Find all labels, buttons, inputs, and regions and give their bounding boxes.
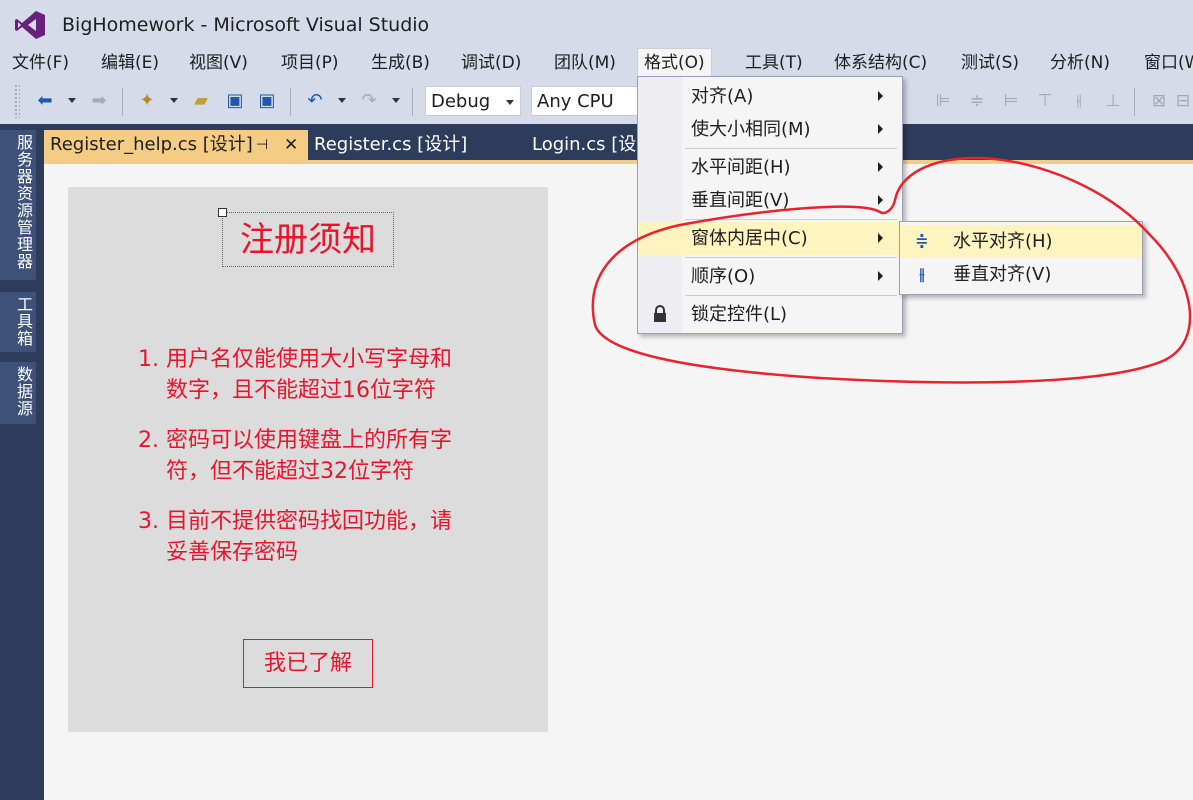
toolbar-separator: [290, 88, 291, 116]
navigate-forward-icon[interactable]: ➡: [88, 90, 110, 112]
server-explorer-tab[interactable]: 服务器资源管理器: [0, 130, 36, 280]
align-center-icon[interactable]: ≑: [966, 90, 988, 112]
close-icon[interactable]: ✕: [284, 130, 298, 160]
solution-platform-value: Any CPU: [537, 91, 614, 112]
menu-separator: [685, 148, 897, 149]
acknowledge-button[interactable]: 我已了解: [243, 639, 373, 688]
menu-item-align[interactable]: 对齐(A): [638, 80, 902, 113]
menu-edit[interactable]: 编辑(E): [95, 50, 165, 76]
toolbar-separator: [1134, 88, 1135, 116]
redo-dropdown-icon[interactable]: [392, 98, 400, 103]
navigate-back-icon[interactable]: ⬅: [34, 90, 56, 112]
selection-handle[interactable]: [218, 208, 227, 217]
menu-item-center-vertically[interactable]: 垂直对齐(V): [900, 258, 1142, 291]
rule-item[interactable]: 1. 用户名仅能使用大小写字母和 数字，且不能超过16位字符: [138, 344, 498, 406]
menu-view[interactable]: 视图(V): [183, 50, 254, 76]
rule-line: 妥善保存密码: [166, 540, 299, 565]
save-all-icon[interactable]: ▣: [256, 90, 278, 112]
rule-item[interactable]: 2. 密码可以使用键盘上的所有字 符，但不能超过32位字符: [138, 425, 498, 487]
menu-separator: [685, 219, 897, 220]
lock-icon: [654, 305, 666, 322]
rule-line: 密码可以使用键盘上的所有字: [166, 428, 453, 453]
submenu-arrow-icon: [878, 124, 883, 134]
submenu-arrow-icon: [878, 271, 883, 281]
menu-architecture[interactable]: 体系结构(C): [828, 50, 933, 76]
tab-label: Register.cs [设计]: [314, 134, 468, 155]
back-dropdown-icon[interactable]: [68, 98, 76, 103]
redo-icon[interactable]: ↷: [358, 90, 380, 112]
menu-tools[interactable]: 工具(T): [739, 50, 809, 76]
tab-label: Register_help.cs [设计]: [50, 134, 253, 155]
menu-team[interactable]: 团队(M): [548, 50, 622, 76]
new-project-dropdown-icon[interactable]: [170, 98, 178, 103]
solution-configuration-select[interactable]: Debug: [425, 86, 521, 116]
toolbar-separator: [122, 88, 123, 116]
toolbox-tab[interactable]: 工具箱: [0, 292, 36, 352]
menu-file[interactable]: 文件(F): [6, 50, 75, 76]
undo-dropdown-icon[interactable]: [338, 98, 346, 103]
form-title-label[interactable]: 注册须知: [222, 212, 394, 267]
submenu-arrow-icon: [878, 233, 883, 243]
rule-line: 用户名仅能使用大小写字母和: [166, 347, 453, 372]
rule-line: 数字，且不能超过16位字符: [166, 378, 436, 403]
window-title: BigHomework - Microsoft Visual Studio: [62, 14, 430, 36]
menu-analyze[interactable]: 分析(N): [1044, 50, 1116, 76]
visual-studio-logo-icon: [15, 11, 45, 39]
chevron-down-icon[interactable]: [506, 100, 514, 105]
tab-login-design[interactable]: Login.cs [设计]: [526, 130, 636, 160]
menu-item-lock-controls[interactable]: 锁定控件(L): [638, 298, 902, 331]
rule-line: 目前不提供密码找回功能，请: [166, 509, 453, 534]
size-to-grid-icon[interactable]: ⊟: [1174, 90, 1192, 112]
menu-item-center-horizontally[interactable]: 水平对齐(H): [900, 225, 1142, 258]
undo-icon[interactable]: ↶: [304, 90, 326, 112]
tab-register-design[interactable]: Register.cs [设计]: [308, 130, 518, 160]
menu-item-horizontal-spacing[interactable]: 水平间距(H): [638, 151, 902, 184]
pin-icon[interactable]: ⊣: [256, 130, 268, 160]
open-file-icon[interactable]: ▰: [190, 90, 212, 112]
menu-separator: [685, 257, 897, 258]
menu-debug[interactable]: 调试(D): [455, 50, 527, 76]
menu-item-vertical-spacing[interactable]: 垂直间距(V): [638, 184, 902, 217]
align-middle-icon[interactable]: ⫲: [1068, 90, 1090, 112]
menu-item-order[interactable]: 顺序(O): [638, 260, 902, 293]
toolbar-grip[interactable]: [14, 84, 20, 118]
center-horizontally-icon: ≑: [915, 231, 929, 250]
data-sources-tab[interactable]: 数据源: [0, 362, 36, 424]
rule-item[interactable]: 3. 目前不提供密码找回功能，请 妥善保存密码: [138, 506, 498, 568]
menu-test[interactable]: 测试(S): [955, 50, 1025, 76]
tab-label: Login.cs [设计]: [532, 134, 636, 155]
center-vertically-icon: ⫲: [919, 264, 925, 283]
menu-format[interactable]: 格式(O): [637, 48, 712, 78]
menu-build[interactable]: 生成(B): [365, 50, 436, 76]
menu-item-center-in-form[interactable]: 窗体内居中(C): [638, 222, 902, 255]
rule-number: 1.: [138, 347, 159, 372]
submenu-arrow-icon: [878, 195, 883, 205]
toolbar-separator: [412, 88, 413, 116]
align-top-icon[interactable]: ⊤: [1034, 90, 1056, 112]
solution-platform-select[interactable]: Any CPU: [531, 86, 641, 116]
rule-number: 2.: [138, 428, 159, 453]
rule-line: 符，但不能超过32位字符: [166, 459, 414, 484]
submenu-arrow-icon: [878, 91, 883, 101]
rule-number: 3.: [138, 509, 159, 534]
tab-register-help-design[interactable]: Register_help.cs [设计] ⊣ ✕: [44, 130, 308, 160]
align-left-icon[interactable]: ⊫: [932, 90, 954, 112]
align-right-icon[interactable]: ⊨: [1000, 90, 1022, 112]
save-icon[interactable]: ▣: [224, 90, 246, 112]
new-project-icon[interactable]: ✦: [136, 90, 158, 112]
menu-item-make-same-size[interactable]: 使大小相同(M): [638, 113, 902, 146]
align-bottom-icon[interactable]: ⊥: [1102, 90, 1124, 112]
menu-project[interactable]: 项目(P): [275, 50, 345, 76]
solution-configuration-value: Debug: [431, 91, 491, 112]
menu-window[interactable]: 窗口(W): [1138, 50, 1193, 76]
menu-separator: [685, 295, 897, 296]
submenu-arrow-icon: [878, 162, 883, 172]
make-same-size-icon[interactable]: ⊠: [1148, 90, 1170, 112]
